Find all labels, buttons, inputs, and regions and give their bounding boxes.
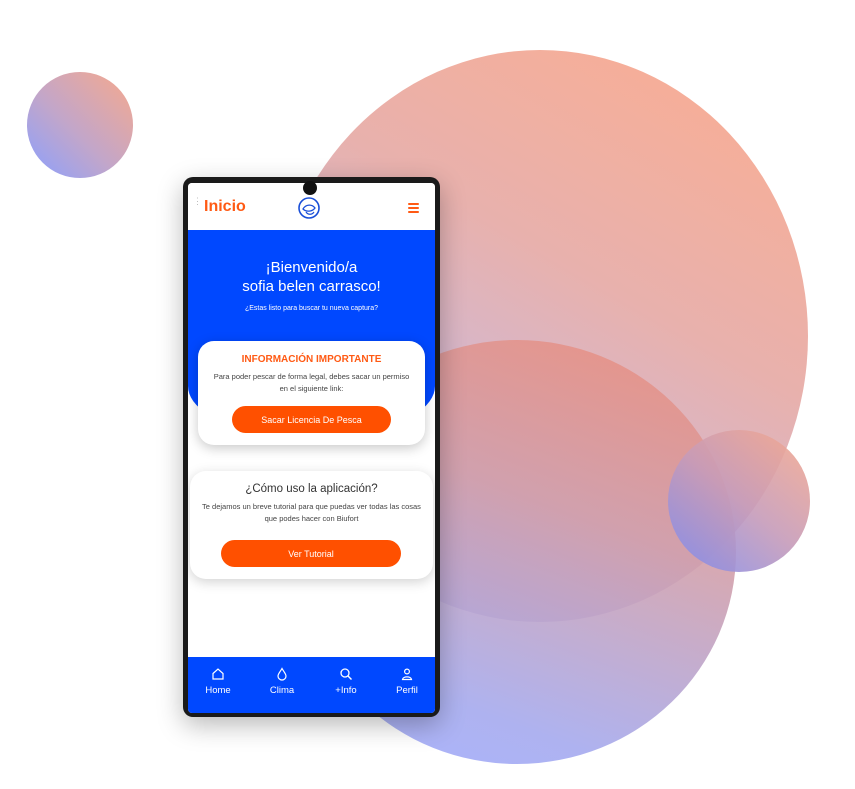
hamburger-icon[interactable] [408, 203, 419, 215]
decor-bubble-right [668, 430, 810, 572]
welcome-line-1: ¡Bienvenido/a [265, 259, 358, 276]
info-card-title: INFORMACIÓN IMPORTANTE [241, 354, 382, 365]
nav-clima[interactable]: Clima [262, 667, 302, 696]
nav-info-label: +Info [335, 685, 357, 696]
drop-icon [277, 667, 287, 681]
nav-perfil-label: Perfil [396, 685, 418, 696]
nav-home[interactable]: Home [198, 667, 238, 696]
phone-screen: ⋮ Inicio ¡Bienvenido/a sofia belen carra… [188, 183, 435, 713]
camera-notch [303, 181, 317, 195]
search-icon [340, 668, 352, 680]
phone-frame: ⋮ Inicio ¡Bienvenido/a sofia belen carra… [183, 177, 440, 717]
info-card: INFORMACIÓN IMPORTANTE Para poder pescar… [198, 341, 425, 445]
nav-info[interactable]: +Info [326, 667, 366, 696]
info-card-body: Para poder pescar de forma legal, debes … [213, 372, 410, 393]
license-button[interactable]: Sacar Licencia De Pesca [232, 406, 391, 433]
drag-dots-icon: ⋮ [193, 196, 202, 206]
welcome-heading: ¡Bienvenido/a sofia belen carrasco! [188, 258, 435, 296]
home-icon [212, 668, 224, 680]
decor-bubble-small [27, 72, 133, 178]
user-icon [401, 668, 413, 681]
nav-perfil[interactable]: Perfil [387, 667, 427, 696]
nav-clima-label: Clima [269, 685, 295, 696]
tutorial-card-body: Te dejamos un breve tutorial para que pu… [202, 502, 421, 523]
page-title: Inicio [204, 198, 246, 215]
bottom-nav: Home Clima +Info Perfil [188, 657, 435, 713]
tutorial-button[interactable]: Ver Tutorial [221, 540, 401, 567]
nav-home-label: Home [205, 685, 231, 696]
tutorial-card: ¿Cómo uso la aplicación? Te dejamos un b… [190, 471, 433, 579]
welcome-line-2: sofia belen carrasco! [242, 278, 381, 295]
fish-logo-icon[interactable] [298, 197, 320, 219]
tutorial-card-title: ¿Cómo uso la aplicación? [245, 483, 378, 495]
welcome-subtitle: ¿Estas listo para buscar tu nueva captur… [244, 305, 379, 312]
